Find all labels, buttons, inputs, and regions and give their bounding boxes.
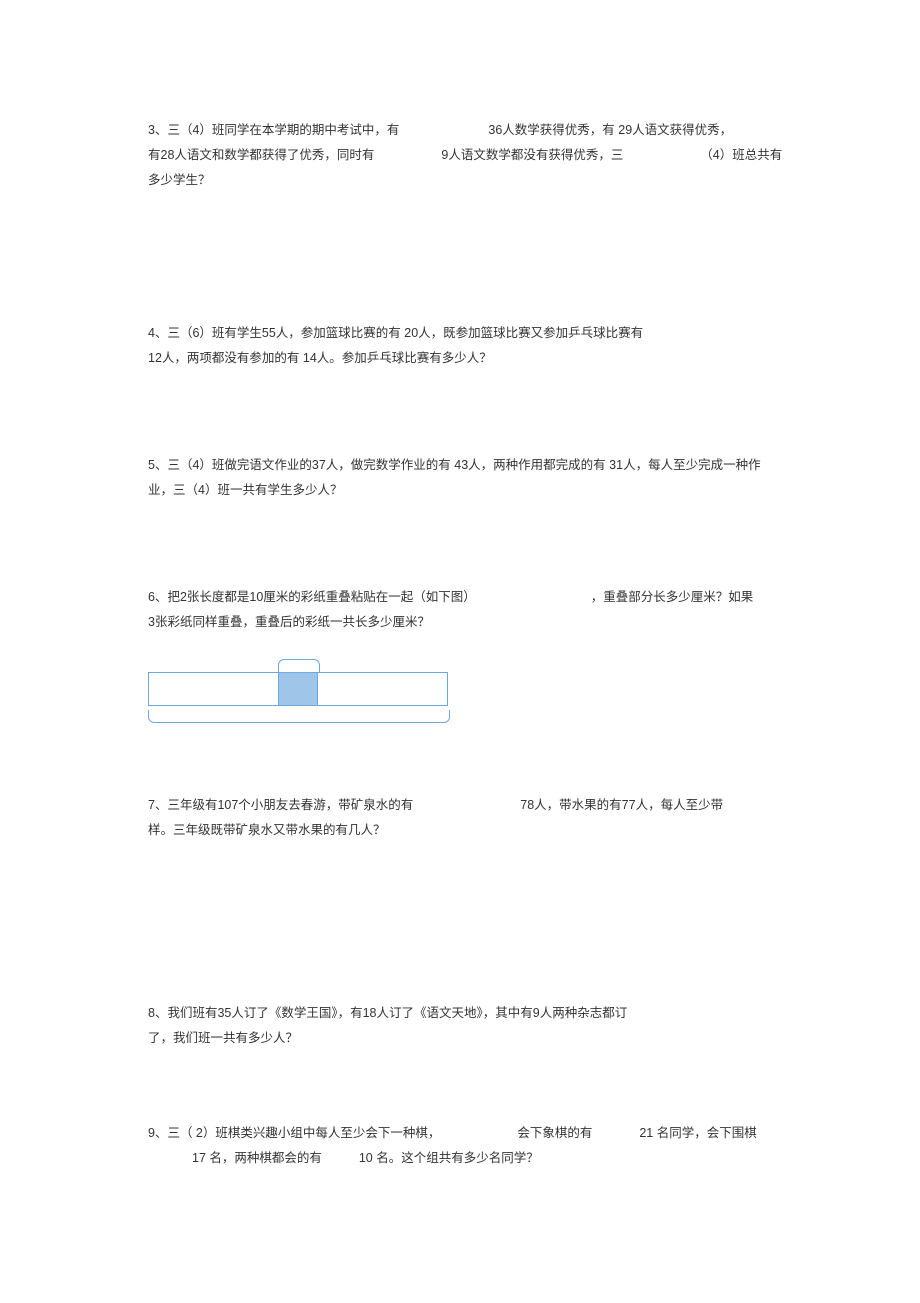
- q8-line2: 了，我们班一共有多少人？: [148, 1026, 790, 1051]
- q7-line1-a: 7、三年级有107个小朋友去春游，带矿泉水的有: [148, 798, 413, 812]
- q7-line2: 样。三年级既带矿泉水又带水果的有几人？: [148, 818, 790, 843]
- q4-line1: 4、三（6）班有学生55人，参加篮球比赛的有 20人，既参加篮球比赛又参加乒乓球…: [148, 321, 790, 346]
- problem-5: 5、三（4）班做完语文作业的37人，做完数学作业的有 43人，两种作用都完成的有…: [148, 453, 790, 503]
- q9-line1-c: 21 名同学，会下围棋: [639, 1126, 756, 1140]
- problem-7: 7、三年级有107个小朋友去春游，带矿泉水的有 78人，带水果的有77人，每人至…: [148, 793, 790, 843]
- problem-9: 9、三（ 2）班棋类兴趣小组中每人至少会下一种棋， 会下象棋的有 21 名同学，…: [148, 1121, 790, 1171]
- q6-line1-b: ，重叠部分长多少厘米？如果: [591, 590, 754, 604]
- q9-line1-b: 会下象棋的有: [517, 1126, 592, 1140]
- q3-line1-b: 36人数学获得优秀，有 29人语文获得优秀，: [488, 123, 732, 137]
- strips-container: [148, 672, 448, 708]
- q3-line3: 多少学生？: [148, 168, 790, 193]
- q4-line2: 12人，两项都没有参加的有 14人。参加乒乓球比赛有多少人？: [148, 346, 790, 371]
- q5-line2: 业，三（4）班一共有学生多少人？: [148, 478, 790, 503]
- q3-line1-a: 3、三（4）班同学在本学期的期中考试中，有: [148, 123, 399, 137]
- problem-4: 4、三（6）班有学生55人，参加篮球比赛的有 20人，既参加篮球比赛又参加乒乓球…: [148, 321, 790, 371]
- document-page: 3、三（4）班同学在本学期的期中考试中，有 36人数学获得优秀，有 29人语文获…: [0, 0, 920, 1303]
- overlap-diagram: [148, 659, 448, 723]
- problem-6: 6、把2张长度都是10厘米的彩纸重叠粘贴在一起（如下图） ，重叠部分长多少厘米？…: [148, 585, 790, 723]
- q9-line2-a: 17 名，两种棋都会的有: [192, 1151, 322, 1165]
- q5-line1: 5、三（4）班做完语文作业的37人，做完数学作业的有 43人，两种作用都完成的有…: [148, 453, 790, 478]
- q3-line2-a: 有28人语文和数学都获得了优秀，同时有: [148, 148, 374, 162]
- brace-bottom: [148, 710, 450, 723]
- q8-line1: 8、我们班有35人订了《数学王国》，有18人订了《语文天地》，其中有9人两种杂志…: [148, 1001, 790, 1026]
- q3-line2-c: （4）班总共有: [700, 148, 782, 162]
- q9-line1-a: 9、三（ 2）班棋类兴趣小组中每人至少会下一种棋，: [148, 1126, 440, 1140]
- problem-8: 8、我们班有35人订了《数学王国》，有18人订了《语文天地》，其中有9人两种杂志…: [148, 1001, 790, 1051]
- overlap-region: [278, 672, 318, 706]
- brace-top: [278, 659, 320, 672]
- problem-3: 3、三（4）班同学在本学期的期中考试中，有 36人数学获得优秀，有 29人语文获…: [148, 118, 790, 193]
- q7-line1-b: 78人，带水果的有77人，每人至少带: [520, 798, 723, 812]
- q3-line2-b: 9人语文数学都没有获得优秀，三: [441, 148, 623, 162]
- q9-line2-b: 10 名。这个组共有多少名同学？: [359, 1151, 539, 1165]
- q6-line1-a: 6、把2张长度都是10厘米的彩纸重叠粘贴在一起（如下图）: [148, 590, 476, 604]
- q6-line2: 3张彩纸同样重叠，重叠后的彩纸一共长多少厘米？: [148, 610, 790, 635]
